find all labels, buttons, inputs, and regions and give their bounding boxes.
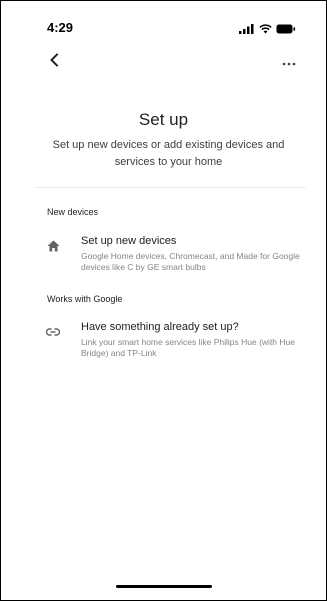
chevron-left-icon [49,52,59,72]
item-description: Google Home devices, Chromecast, and Mad… [81,251,300,272]
status-icons [239,21,296,39]
phone-screen: 4:29 Set up Set up new devices or add ex… [0,0,327,601]
item-title: Set up new devices [81,235,177,247]
back-button[interactable] [43,51,65,73]
item-description: Link your smart home services like Phili… [81,337,295,358]
link-icon [45,324,61,340]
page-title: Set up [138,110,189,129]
status-time: 4:29 [47,20,74,35]
link-existing-services-item[interactable]: Have something already set up? Link your… [35,321,306,361]
navigation-bar [1,49,326,75]
divider [35,187,306,188]
page-subtitle: Set up new devices or add existing devic… [52,139,285,168]
section-header-new-devices: New devices [47,207,99,217]
wifi-icon [259,21,272,39]
item-title: Have something already set up? [81,321,239,333]
more-horizontal-icon [282,53,296,71]
home-indicator[interactable] [115,585,212,588]
signal-icon [239,21,255,39]
battery-icon [276,21,296,39]
set-up-new-devices-item[interactable]: Set up new devices Google Home devices, … [35,235,306,275]
home-icon [45,238,61,254]
section-header-works-with-google: Works with Google [47,294,123,304]
status-bar: 4:29 [1,1,326,45]
more-options-button[interactable] [278,51,300,73]
